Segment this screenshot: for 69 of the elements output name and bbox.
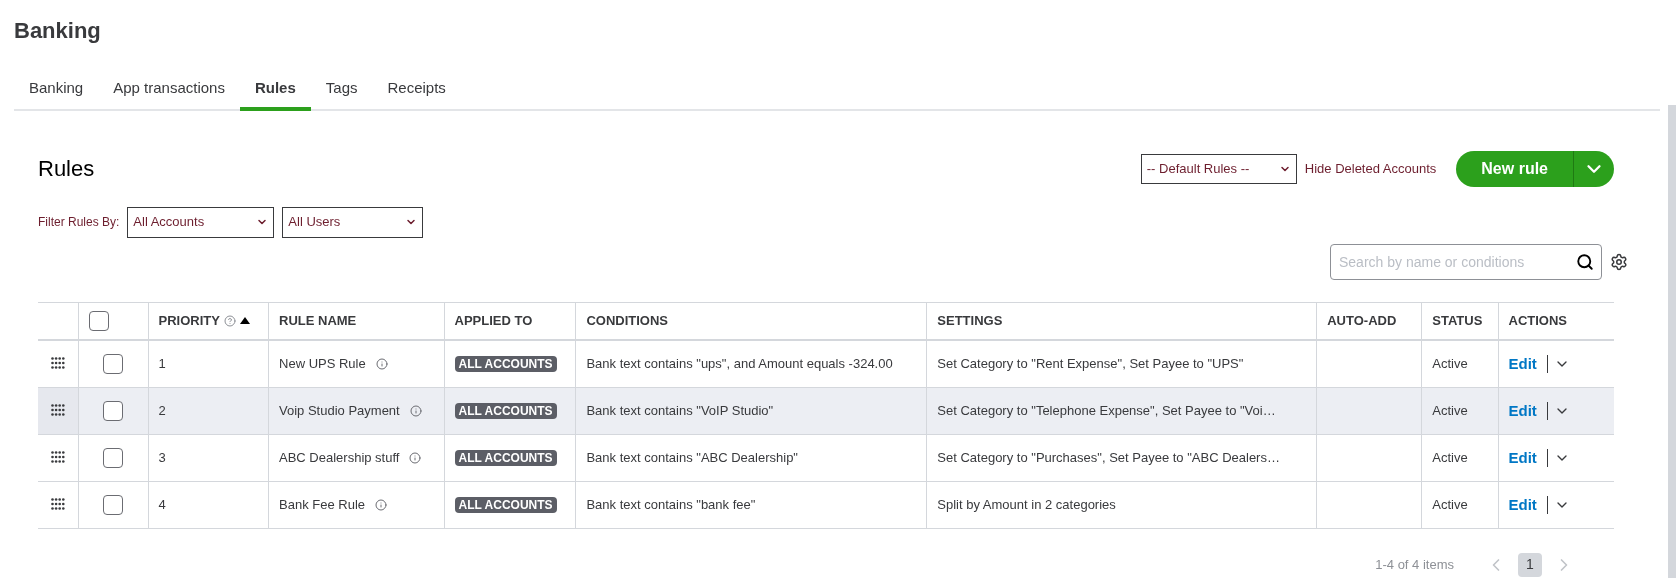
checkbox[interactable] xyxy=(103,447,123,468)
applied-to-badge: ALL ACCOUNTS xyxy=(454,402,557,419)
pagination-summary: 1-4 of 4 items xyxy=(1375,555,1454,574)
filter-label: Filter Rules By: xyxy=(38,214,120,231)
column-header: SETTINGS xyxy=(937,313,1003,328)
tab[interactable]: Rules xyxy=(239,77,311,111)
table-cell: Set Category to "Telephone Expense", Set Payee to "Voi… xyxy=(937,402,1276,418)
column-header: RULE NAME xyxy=(279,313,357,328)
table-cell: Split by Amount in 2 categories xyxy=(937,496,1116,512)
table-cell: 3 xyxy=(158,449,166,465)
search-field[interactable]: Search by name or conditions xyxy=(1330,243,1602,280)
sort-ascending-icon xyxy=(239,317,250,325)
help-icon xyxy=(223,314,236,327)
table-cell: 4 xyxy=(158,496,166,512)
page-title: Banking xyxy=(14,17,102,45)
settings-icon[interactable] xyxy=(1610,252,1628,271)
tab[interactable]: Receipts xyxy=(372,77,461,111)
applied-to-badge: ALL ACCOUNTS xyxy=(454,449,557,466)
table-cell: Set Category to "Rent Expense", Set Payee to "UPS" xyxy=(937,356,1244,371)
column-header: AUTO-ADD xyxy=(1327,313,1397,328)
hide-deleted-accounts-link[interactable]: Hide Deleted Accounts xyxy=(1304,158,1437,179)
info-icon[interactable] xyxy=(375,357,388,370)
table-cell: Bank text contains "bank fee" xyxy=(586,496,756,512)
status-text: Active xyxy=(1432,402,1468,418)
checkbox[interactable] xyxy=(103,494,123,515)
info-icon[interactable] xyxy=(409,404,422,417)
tab[interactable]: Tags xyxy=(310,77,373,111)
column-header[interactable]: PRIORITY xyxy=(158,311,220,331)
tab[interactable]: Banking xyxy=(14,77,99,111)
status-text: Active xyxy=(1432,496,1468,512)
drag-handle-icon[interactable] xyxy=(50,497,65,510)
table-cell: Set Category to "Purchases", Set Payee to "ABC Dealers… xyxy=(937,449,1280,465)
rule-name: New UPS Rule xyxy=(279,355,366,373)
scrollbar[interactable] xyxy=(1668,105,1676,578)
column-header: APPLIED TO xyxy=(454,313,533,328)
tab[interactable]: App transactions xyxy=(98,77,240,111)
table-cell: 1 xyxy=(158,356,166,371)
column-header: CONDITIONS xyxy=(586,313,669,328)
status-text: Active xyxy=(1432,449,1468,465)
drag-handle-icon[interactable] xyxy=(50,356,65,369)
page-number[interactable]: 1 xyxy=(1518,552,1542,577)
rule-name: Bank Fee Rule xyxy=(279,495,365,514)
default-rules-select[interactable]: -- Default Rules -- xyxy=(1140,153,1297,184)
search-icon xyxy=(1576,252,1594,271)
edit-link[interactable]: Edit xyxy=(1508,495,1548,514)
edit-link[interactable]: Edit xyxy=(1508,401,1548,420)
users-filter-select[interactable]: All Users xyxy=(282,206,424,238)
rule-name: ABC Dealership stuff xyxy=(279,448,400,467)
accounts-filter-select[interactable]: All Accounts xyxy=(127,206,275,238)
checkbox[interactable] xyxy=(103,354,123,375)
checkbox[interactable] xyxy=(103,400,123,421)
column-header: STATUS xyxy=(1432,313,1483,328)
info-icon[interactable] xyxy=(375,498,387,511)
table-cell: Bank text contains "ABC Dealership" xyxy=(586,449,798,465)
status-text: Active xyxy=(1432,356,1468,371)
column-header: ACTIONS xyxy=(1508,313,1567,328)
edit-link[interactable]: Edit xyxy=(1508,448,1548,467)
checkbox[interactable] xyxy=(88,311,109,332)
table-cell: 2 xyxy=(158,402,166,418)
table-cell: Bank text contains "ups", and Amount equals -324.00 xyxy=(586,356,893,371)
drag-handle-icon[interactable] xyxy=(50,403,65,416)
rule-name: Voip Studio Payment xyxy=(279,401,400,420)
drag-handle-icon[interactable] xyxy=(50,450,65,463)
applied-to-badge: ALL ACCOUNTS xyxy=(454,496,557,513)
table-cell: Bank text contains "VoIP Studio" xyxy=(586,402,774,418)
info-icon[interactable] xyxy=(409,451,422,464)
edit-link[interactable]: Edit xyxy=(1508,354,1548,373)
section-title: Rules xyxy=(38,155,96,183)
applied-to-badge: ALL ACCOUNTS xyxy=(454,356,557,372)
